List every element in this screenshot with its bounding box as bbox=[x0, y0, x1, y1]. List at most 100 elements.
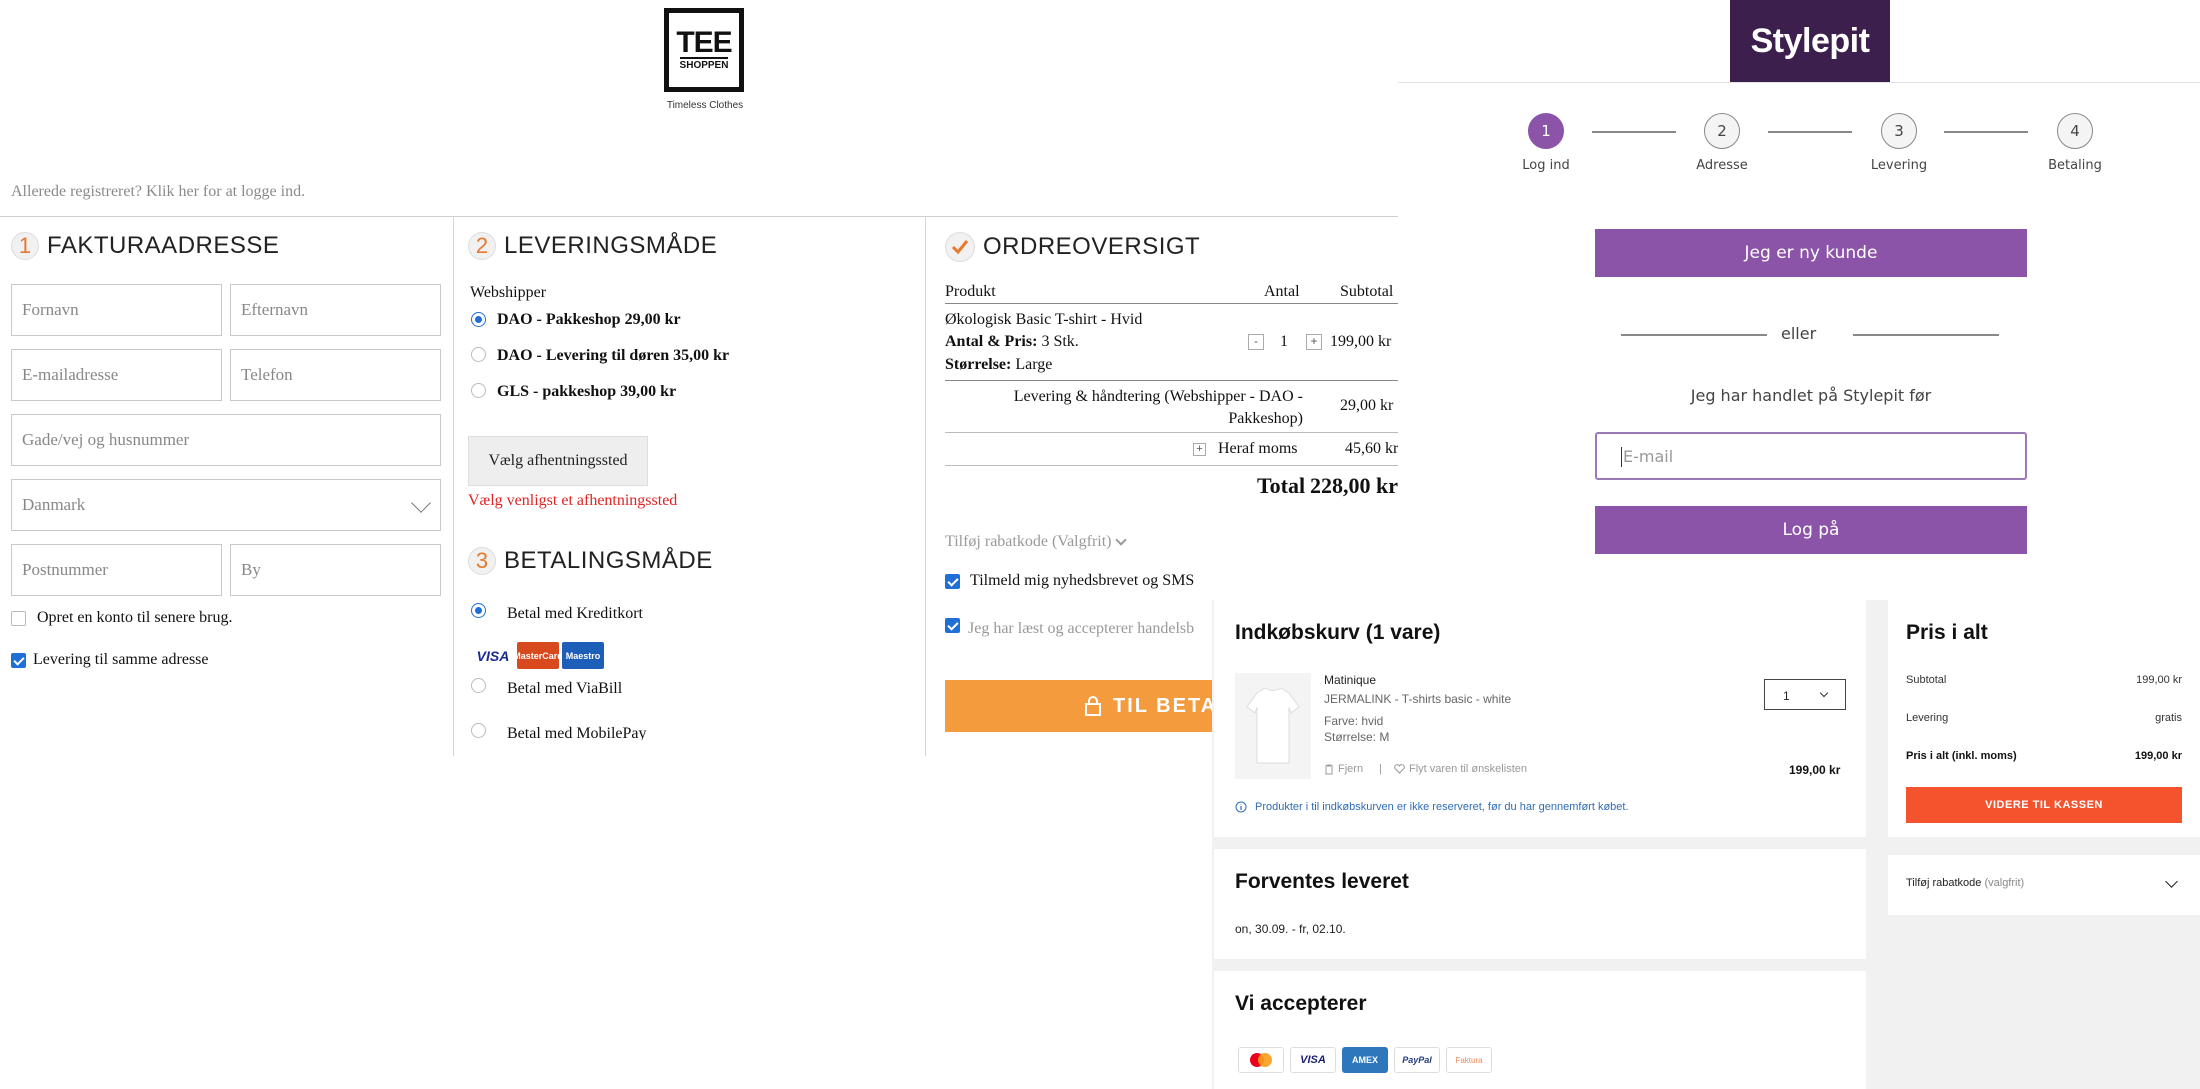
discount-toggle[interactable]: Tilføj rabatkode (valgfrit) bbox=[1888, 855, 2200, 915]
same-address-label: Levering til samme adresse bbox=[33, 651, 209, 668]
billing-title: FAKTURAADRESSE bbox=[47, 232, 280, 259]
new-customer-button[interactable]: Jeg er ny kunde bbox=[1595, 229, 2027, 277]
total-value: 199,00 kr bbox=[2134, 750, 2182, 762]
terms-checkbox[interactable] bbox=[945, 618, 960, 633]
same-address-checkbox[interactable] bbox=[11, 653, 26, 668]
item-name: Økologisk Basic T-shirt - Hvid bbox=[945, 311, 1143, 328]
visa-icon: VISA bbox=[472, 642, 514, 669]
teeshoppen-logo[interactable]: TEE SHOPPEN bbox=[664, 8, 744, 92]
country-select[interactable]: Danmark bbox=[11, 479, 441, 531]
summary-title: Pris i alt bbox=[1906, 621, 1988, 644]
item-qty-label: Antal & Pris: bbox=[945, 333, 1038, 350]
qty-select[interactable]: 1 bbox=[1764, 679, 1846, 710]
remove-link[interactable]: Fjern bbox=[1324, 763, 1363, 775]
qty-increase-button[interactable]: + bbox=[1306, 334, 1322, 350]
pickup-error-text: Vælg venligst et afhentningssted bbox=[468, 492, 678, 509]
phone-field[interactable]: Telefon bbox=[230, 349, 441, 401]
product-image[interactable] bbox=[1235, 673, 1311, 779]
zip-field[interactable]: Postnummer bbox=[11, 544, 222, 596]
expand-icon[interactable]: + bbox=[1193, 443, 1206, 456]
col-header-qty: Antal bbox=[1264, 283, 1300, 300]
shipping-option-radio[interactable] bbox=[471, 312, 486, 327]
newsletter-checkbox[interactable] bbox=[945, 574, 960, 589]
divider bbox=[0, 216, 1398, 217]
maestro-icon: Maestro bbox=[562, 642, 604, 669]
subtotal-value: 199,00 kr bbox=[2136, 674, 2182, 686]
cart-title: Indkøbskurv (1 vare) bbox=[1235, 621, 1441, 644]
divider bbox=[1853, 334, 1999, 336]
item-size-value: Large bbox=[1015, 356, 1053, 373]
paypal-icon: PayPal bbox=[1394, 1047, 1440, 1073]
checkmark-icon bbox=[945, 232, 975, 262]
order-header: ORDREOVERSIGT bbox=[945, 232, 1200, 262]
payment-option-radio[interactable] bbox=[471, 603, 486, 618]
divider bbox=[945, 380, 1398, 381]
choose-pickup-button[interactable]: Vælg afhentningssted bbox=[468, 436, 648, 486]
mastercard-icon: MasterCard bbox=[513, 642, 563, 669]
discount-label-text: Tilføj rabatkode bbox=[1906, 877, 1982, 889]
trash-icon bbox=[1325, 764, 1333, 774]
terms-label: Jeg har læst og accepterer handelsb bbox=[968, 620, 1195, 637]
login-button[interactable]: Log på bbox=[1595, 506, 2027, 554]
reservation-notice-text: Produkter i til indkøbskurven er ikke re… bbox=[1255, 801, 1629, 813]
separator: | bbox=[1379, 763, 1382, 775]
invoice-icon: Faktura bbox=[1446, 1047, 1492, 1073]
email-input[interactable]: E-mail bbox=[1595, 432, 2027, 480]
delivery-dates: on, 30.09. - fr, 02.10. bbox=[1235, 922, 1346, 936]
payment-title: BETALINGSMÅDE bbox=[504, 547, 713, 574]
step-connector bbox=[1592, 131, 1676, 133]
qty-decrease-button[interactable]: - bbox=[1248, 334, 1264, 350]
total-value: 228,00 kr bbox=[1310, 473, 1398, 498]
stylepit-login: Stylepit 1 2 3 4 Log ind Adresse Leverin… bbox=[1398, 0, 2200, 600]
card-logos: VISA MasterCard Maestro bbox=[472, 642, 604, 669]
item-qty: 1 bbox=[1280, 333, 1288, 350]
city-field[interactable]: By bbox=[230, 544, 441, 596]
order-title: ORDREOVERSIGT bbox=[983, 233, 1201, 260]
col-header-product: Produkt bbox=[945, 283, 996, 300]
step-number-badge: 3 bbox=[468, 547, 496, 575]
street-field[interactable]: Gade/vej og husnummer bbox=[11, 414, 441, 466]
shipping-option-radio[interactable] bbox=[471, 347, 486, 362]
col-header-subtotal: Subtotal bbox=[1340, 283, 1394, 300]
login-link[interactable]: Allerede registreret? Klik her for at lo… bbox=[11, 183, 305, 201]
discount-label: Tilføj rabatkode (Valgfrit) bbox=[945, 533, 1112, 550]
shipping-line-label: Levering & håndtering (Webshipper - DAO … bbox=[1013, 388, 1303, 427]
amex-icon: AMEX bbox=[1342, 1047, 1388, 1073]
item-size: Størrelse: Large bbox=[945, 356, 1052, 374]
proceed-to-checkout-button[interactable]: VIDERE TIL KASSEN bbox=[1906, 787, 2182, 823]
step-2-badge: 2 bbox=[1704, 113, 1740, 149]
item-size-label: Størrelse: bbox=[945, 356, 1012, 373]
item-color: Farve: hvid bbox=[1324, 714, 1384, 728]
discount-toggle[interactable]: Tilføj rabatkode (Valgfrit) bbox=[945, 533, 1128, 551]
info-icon bbox=[1235, 801, 1247, 813]
logo-tagline: Timeless Clothes bbox=[666, 100, 744, 111]
payment-option-label: Betal med Kreditkort bbox=[507, 605, 643, 622]
shipping-title: LEVERINGSMÅDE bbox=[504, 232, 718, 259]
shipping-line-value: 29,00 kr bbox=[1340, 397, 1394, 414]
item-name[interactable]: JERMALINK - T-shirts basic - white bbox=[1324, 692, 1511, 706]
wishlist-label: Flyt varen til ønskelisten bbox=[1409, 763, 1527, 775]
total-label: Pris i alt (inkl. moms) bbox=[1906, 750, 2017, 762]
delivery-card: Forventes leveret on, 30.09. - fr, 02.10… bbox=[1214, 849, 1866, 959]
chevron-down-icon bbox=[2165, 875, 2178, 888]
chevron-down-icon bbox=[1819, 688, 1829, 698]
wishlist-link[interactable]: Flyt varen til ønskelisten bbox=[1394, 763, 1527, 775]
step-3-label: Levering bbox=[1870, 158, 1928, 173]
item-subtotal: 199,00 kr bbox=[1330, 333, 1392, 350]
vat-label: Heraf moms bbox=[1218, 440, 1298, 457]
payment-icons: VISA AMEX PayPal Faktura bbox=[1238, 1047, 1492, 1073]
stylepit-logo[interactable]: Stylepit bbox=[1730, 0, 1890, 82]
tshirt-icon bbox=[1246, 687, 1300, 764]
shipping-option-radio[interactable] bbox=[471, 383, 486, 398]
country-value: Danmark bbox=[22, 495, 86, 514]
last-name-field[interactable]: Efternavn bbox=[230, 284, 441, 336]
create-account-checkbox[interactable] bbox=[11, 611, 26, 626]
step-4-badge: 4 bbox=[2057, 113, 2093, 149]
first-name-field[interactable]: Fornavn bbox=[11, 284, 222, 336]
payment-header: 3 BETALINGSMÅDE bbox=[468, 547, 713, 575]
vat-value: 45,60 kr bbox=[1345, 440, 1399, 457]
payment-option-radio[interactable] bbox=[471, 678, 486, 693]
email-field[interactable]: E-mailadresse bbox=[11, 349, 222, 401]
payment-option-radio[interactable] bbox=[471, 723, 486, 738]
logo-text-tee: TEE bbox=[676, 25, 732, 59]
